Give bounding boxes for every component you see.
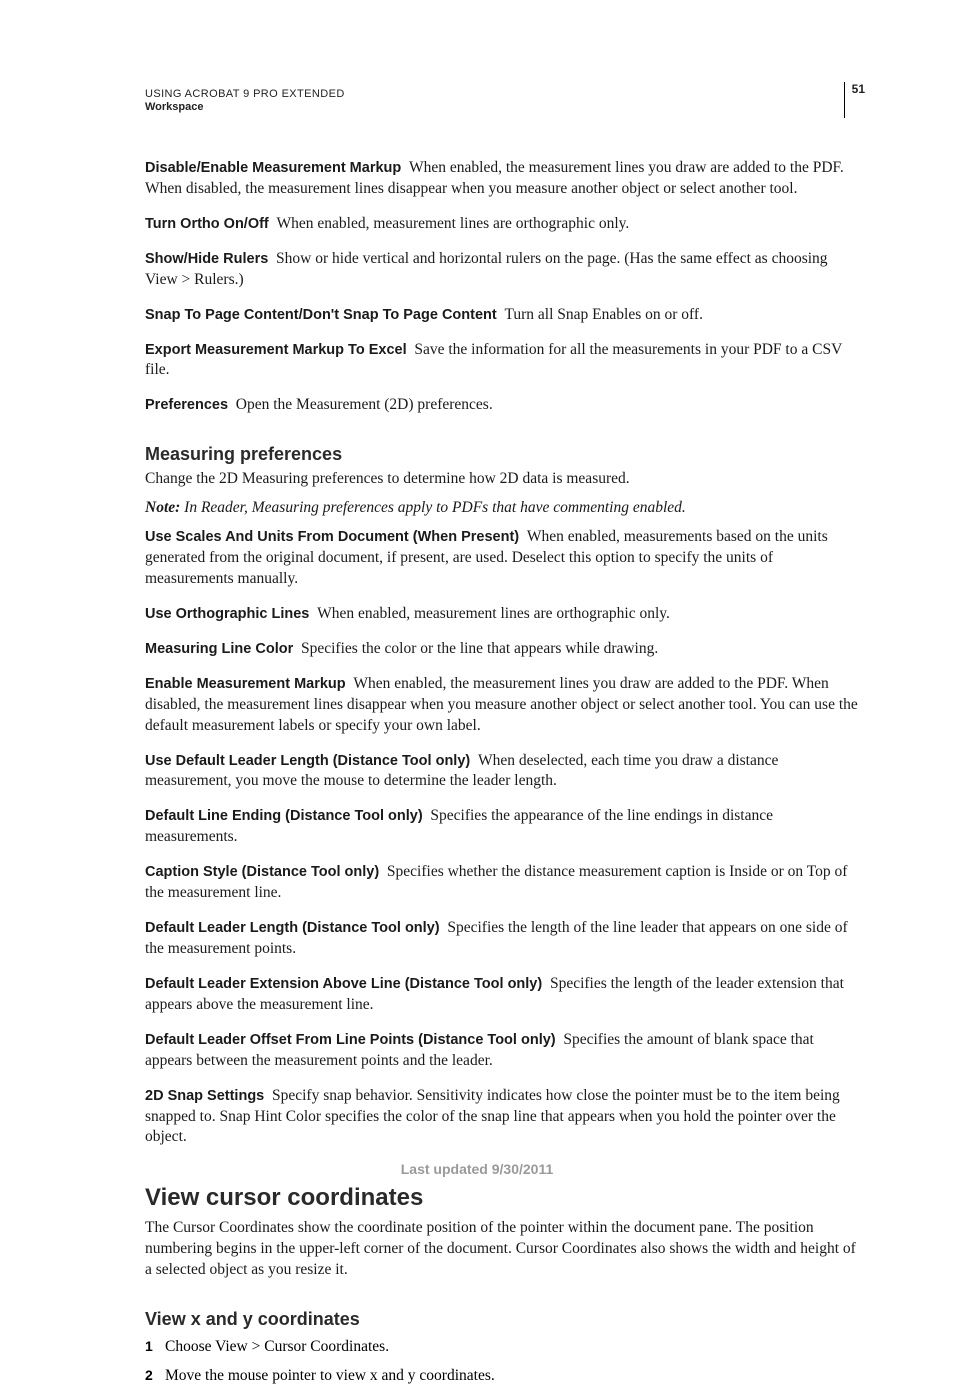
def-desc: When enabled, measurement lines are orth…	[277, 215, 630, 232]
note-lead: Note:	[145, 499, 180, 516]
step-text: Choose View > Cursor Coordinates.	[165, 1336, 389, 1358]
def-term: Caption Style (Distance Tool only)	[145, 864, 379, 880]
note-body: In Reader, Measuring preferences apply t…	[184, 499, 686, 516]
def-item: Default Leader Offset From Line Points (…	[145, 1030, 859, 1072]
def-term: Default Line Ending (Distance Tool only)	[145, 808, 423, 824]
def-term: Enable Measurement Markup	[145, 676, 346, 692]
def-term: Measuring Line Color	[145, 641, 293, 657]
def-item: Show/Hide Rulers Show or hide vertical a…	[145, 249, 859, 291]
def-item: Use Orthographic Lines When enabled, mea…	[145, 604, 859, 625]
page-header: USING ACROBAT 9 PRO EXTENDED Workspace 5…	[145, 88, 859, 130]
def-term: Snap To Page Content/Don't Snap To Page …	[145, 307, 497, 323]
measuring-note: Note: In Reader, Measuring preferences a…	[145, 498, 859, 519]
def-item: Turn Ortho On/Off When enabled, measurem…	[145, 214, 859, 235]
heading-measuring-preferences: Measuring preferences	[145, 444, 859, 465]
def-term: Export Measurement Markup To Excel	[145, 342, 407, 358]
def-term: Default Leader Offset From Line Points (…	[145, 1032, 556, 1048]
def-item: Use Default Leader Length (Distance Tool…	[145, 751, 859, 793]
def-item: Enable Measurement Markup When enabled, …	[145, 674, 859, 737]
def-term: Preferences	[145, 397, 228, 413]
def-term: 2D Snap Settings	[145, 1088, 264, 1104]
step-number: 1	[145, 1336, 165, 1358]
def-item: Default Leader Length (Distance Tool onl…	[145, 918, 859, 960]
def-desc: When enabled, measurement lines are orth…	[317, 605, 670, 622]
def-item: Preferences Open the Measurement (2D) pr…	[145, 395, 859, 416]
def-item: Default Leader Extension Above Line (Dis…	[145, 974, 859, 1016]
def-term: Default Leader Length (Distance Tool onl…	[145, 920, 440, 936]
def-term: Default Leader Extension Above Line (Dis…	[145, 976, 542, 992]
def-desc: Specifies the color or the line that app…	[301, 640, 658, 657]
step-item: 2 Move the mouse pointer to view x and y…	[145, 1365, 859, 1387]
def-item: Measuring Line Color Specifies the color…	[145, 639, 859, 660]
def-term: Disable/Enable Measurement Markup	[145, 160, 401, 176]
def-term: Turn Ortho On/Off	[145, 216, 269, 232]
def-item: Export Measurement Markup To Excel Save …	[145, 340, 859, 382]
def-term: Use Orthographic Lines	[145, 606, 309, 622]
steps-list: 1 Choose View > Cursor Coordinates. 2 Mo…	[145, 1336, 859, 1387]
def-term: Use Default Leader Length (Distance Tool…	[145, 753, 470, 769]
def-item: Snap To Page Content/Don't Snap To Page …	[145, 305, 859, 326]
def-item: Use Scales And Units From Document (When…	[145, 527, 859, 590]
def-item: Default Line Ending (Distance Tool only)…	[145, 806, 859, 848]
def-term: Use Scales And Units From Document (When…	[145, 529, 519, 545]
step-item: 1 Choose View > Cursor Coordinates.	[145, 1336, 859, 1358]
def-item: 2D Snap Settings Specify snap behavior. …	[145, 1086, 859, 1149]
step-number: 2	[145, 1365, 165, 1387]
step-text: Move the mouse pointer to view x and y c…	[165, 1365, 495, 1387]
header-rule	[844, 82, 845, 118]
def-item: Disable/Enable Measurement Markup When e…	[145, 158, 859, 200]
heading-view-cursor-coordinates: View cursor coordinates	[145, 1184, 859, 1212]
page: USING ACROBAT 9 PRO EXTENDED Workspace 5…	[0, 0, 954, 1235]
def-desc: Open the Measurement (2D) preferences.	[236, 396, 493, 413]
cursor-intro: The Cursor Coordinates show the coordina…	[145, 1218, 859, 1281]
heading-view-xy: View x and y coordinates	[145, 1309, 859, 1330]
page-number: 51	[852, 82, 865, 96]
measuring-intro: Change the 2D Measuring preferences to d…	[145, 469, 859, 490]
def-item: Caption Style (Distance Tool only) Speci…	[145, 862, 859, 904]
header-section: Workspace	[145, 101, 859, 113]
def-desc: Turn all Snap Enables on or off.	[504, 306, 702, 323]
footer-updated: Last updated 9/30/2011	[0, 1161, 954, 1177]
header-title: USING ACROBAT 9 PRO EXTENDED	[145, 88, 859, 100]
def-term: Show/Hide Rulers	[145, 251, 268, 267]
